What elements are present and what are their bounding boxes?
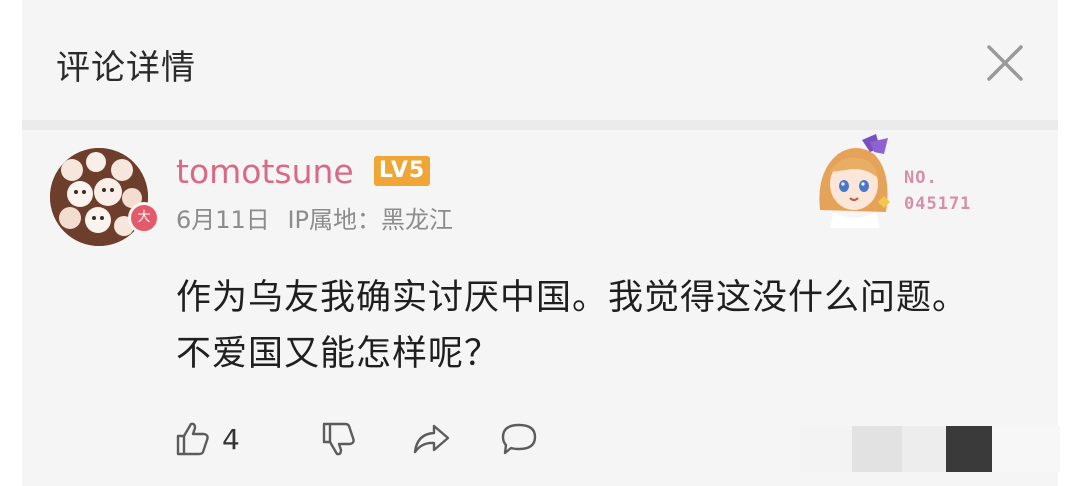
watermark-block [800, 426, 852, 472]
close-button[interactable] [980, 38, 1030, 88]
medal-label-no: NO. [904, 168, 938, 188]
level-badge: LV5 [374, 156, 430, 186]
thumbs-up-icon [176, 422, 209, 456]
ip-location: IP属地：黑龙江 [287, 206, 454, 234]
watermark-block [852, 426, 902, 472]
anime-girl-medal-icon [819, 134, 890, 228]
divider [22, 120, 1058, 130]
watermark-block [902, 426, 946, 472]
username[interactable]: tomotsune [176, 152, 354, 191]
watermark-block [992, 426, 1060, 472]
avatar[interactable] [50, 148, 148, 246]
like-button[interactable]: 4 [172, 414, 240, 464]
close-icon [987, 45, 1023, 81]
avatar-badge: 大 [128, 202, 160, 234]
comment-detail-panel: 评论详情 大 tomotsune LV5 6月11日 IP属地：黑龙江 NO. … [22, 0, 1058, 486]
medal-label-number: 045171 [904, 194, 972, 214]
thumbs-down-icon [322, 422, 355, 456]
watermark [800, 426, 1060, 472]
comment-date: 6月11日 [176, 206, 270, 234]
comment-text: 作为乌友我确实讨厌中国。我觉得这没什么问题。不爱国又能怎样呢？ [176, 278, 969, 374]
comment-icon [501, 423, 537, 455]
share-button[interactable] [410, 414, 452, 464]
comment-meta: 6月11日 IP属地：黑龙江 [176, 200, 463, 235]
header: 评论详情 [22, 0, 1058, 120]
reply-button[interactable] [498, 414, 540, 464]
share-icon [413, 424, 450, 454]
like-count: 4 [222, 422, 240, 456]
dislike-button[interactable] [318, 414, 360, 464]
fan-medal[interactable] [806, 132, 902, 228]
page-title: 评论详情 [56, 48, 196, 88]
avatar-image [50, 148, 148, 246]
medal-number: NO. 045171 [904, 165, 971, 217]
watermark-block [946, 426, 992, 472]
